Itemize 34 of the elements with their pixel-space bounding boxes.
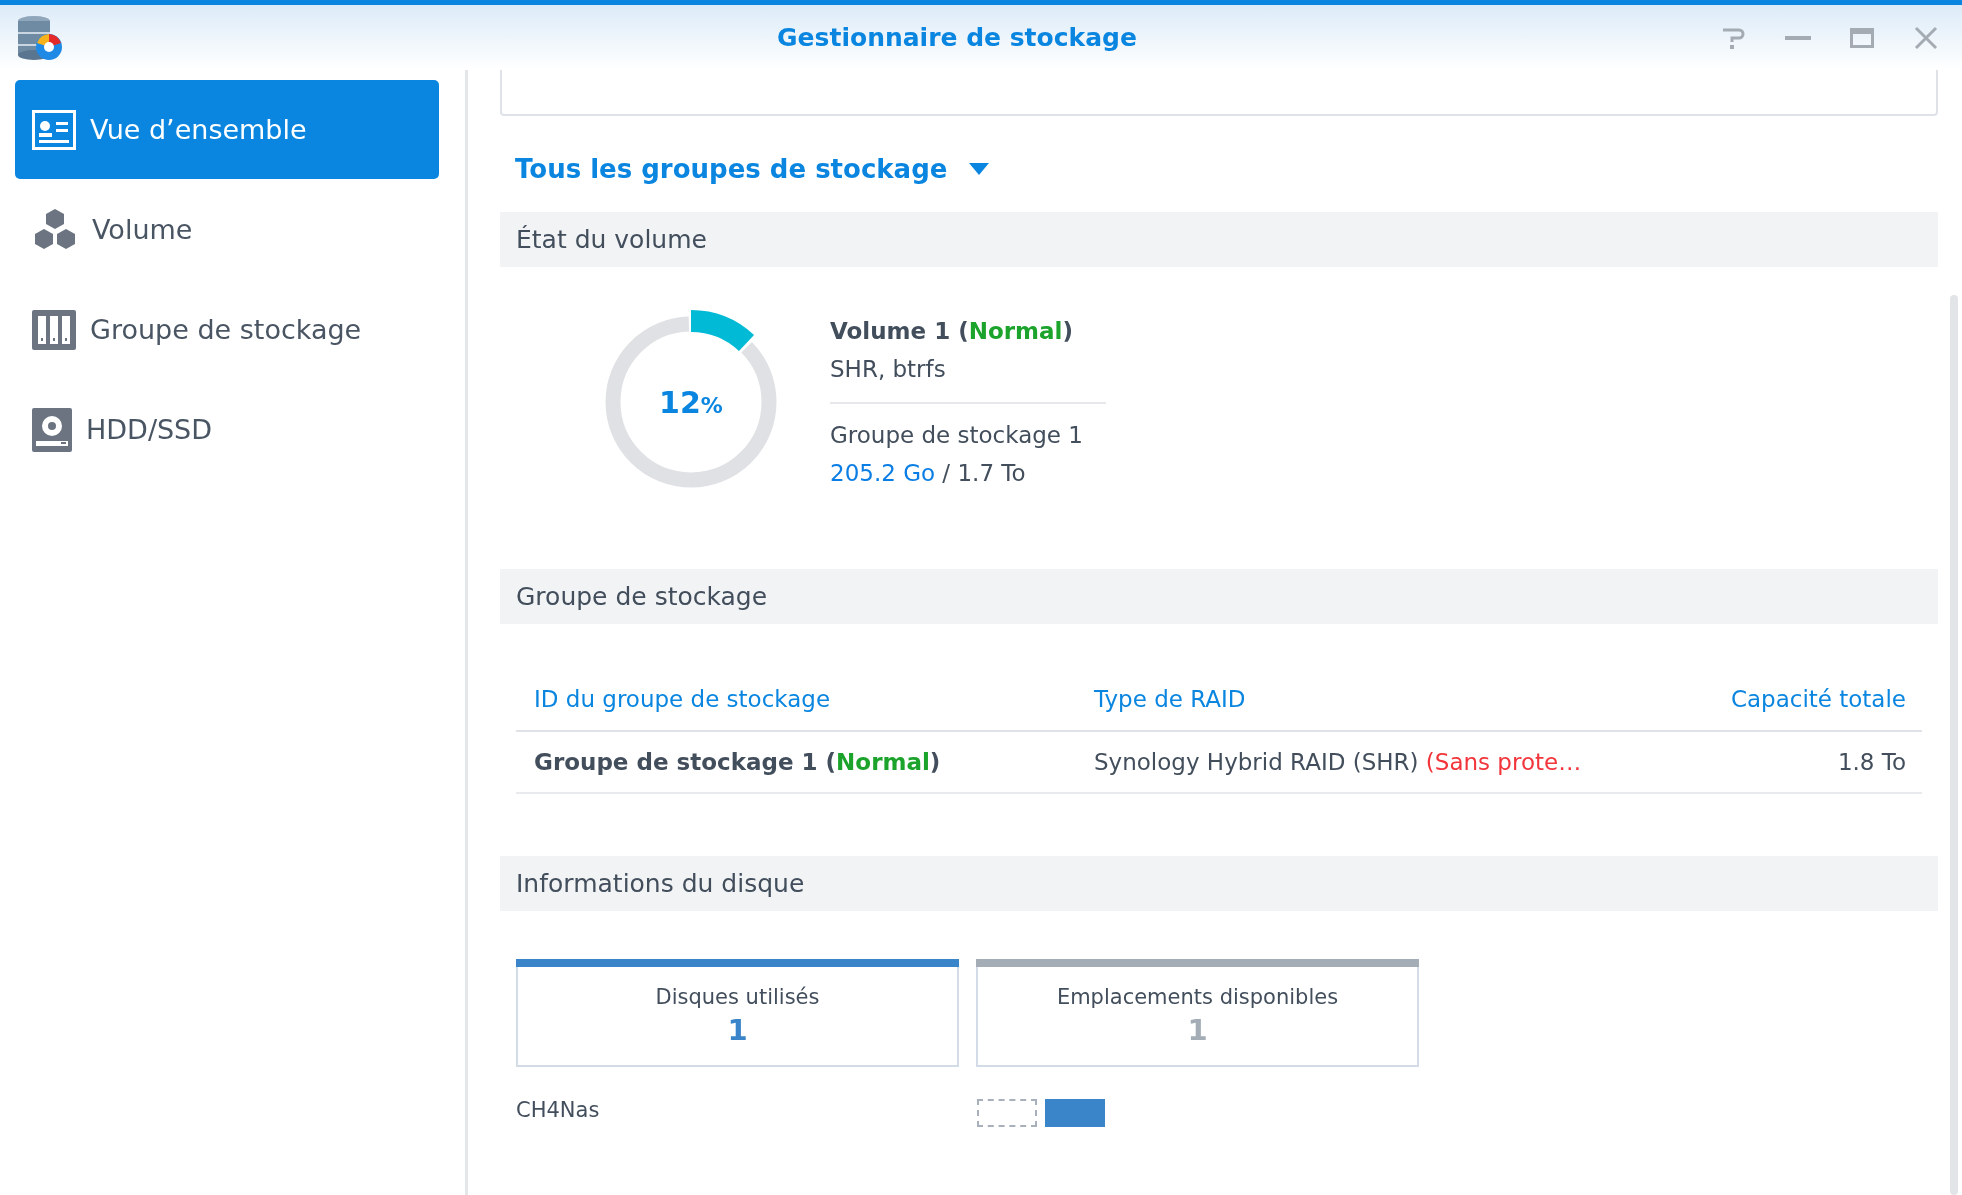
- sidebar-item[interactable]: HDD/SSD: [15, 380, 439, 479]
- scrollbar[interactable]: [1950, 295, 1958, 1195]
- volume-name: Volume 1 (Normal): [830, 317, 1074, 346]
- pool-dropdown[interactable]: Tous les groupes de stockage: [515, 154, 990, 184]
- minimize-icon: [1785, 35, 1811, 40]
- id-card-icon: [32, 109, 76, 150]
- section-header: Groupe de stockage: [500, 569, 1938, 624]
- table-cell-text: Groupe de stockage 1 (Normal): [534, 749, 942, 775]
- sidebar-item[interactable]: Volume: [15, 180, 439, 279]
- caret-icon: [969, 163, 990, 175]
- column-header[interactable]: Capacité totale: [1646, 686, 1906, 712]
- sidebar-item[interactable]: Vue d’ensemble: [15, 80, 439, 179]
- section-header: Informations du disque: [500, 856, 1938, 911]
- stat-count: 1: [727, 1013, 748, 1047]
- column-header[interactable]: ID du groupe de stockage: [534, 686, 1094, 712]
- close-icon: [1914, 25, 1938, 50]
- usage-percent: 12%: [659, 384, 723, 420]
- window-title: Gestionnaire de stockage: [776, 23, 1138, 52]
- stat-label: Emplacements disponibles: [1056, 985, 1339, 1009]
- volume-pool: Groupe de stockage 1: [830, 421, 1084, 450]
- stat-label: Disques utilisés: [655, 985, 820, 1009]
- storage-rack-icon: [32, 309, 76, 350]
- stat-count: 1: [1187, 1013, 1208, 1047]
- maximize-icon: [1850, 27, 1874, 48]
- section-header: État du volume: [500, 212, 1938, 267]
- volume-type: SHR, btrfs: [830, 355, 947, 384]
- host-name: CH4Nas: [516, 1098, 601, 1122]
- volume-capacity: 205.2 Go / 1.7 To: [830, 459, 1027, 488]
- column-header[interactable]: Type de RAID: [1094, 686, 1646, 712]
- help-icon: [1721, 26, 1747, 49]
- table-cell-text: Synology Hybrid RAID (SHR) (Sans prote…: [1094, 749, 1583, 775]
- table-cell-text: 1.8 To: [1836, 749, 1906, 775]
- sidebar-item[interactable]: Groupe de stockage: [15, 280, 439, 379]
- app-logo-icon: [16, 14, 64, 61]
